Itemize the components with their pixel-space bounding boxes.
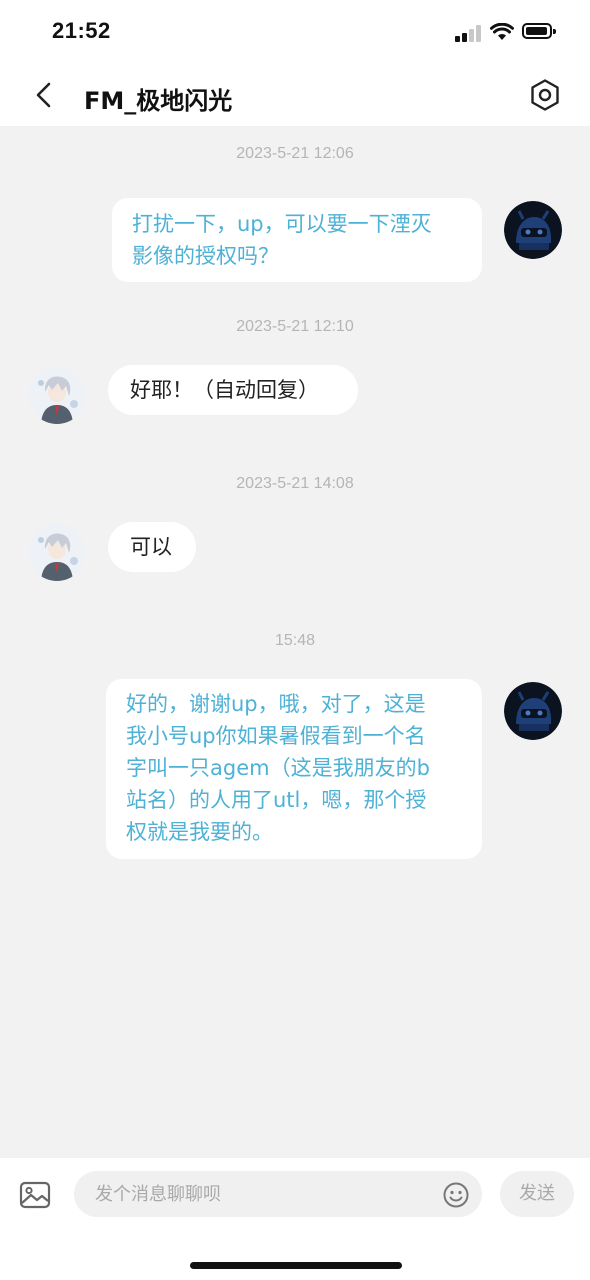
message-text-line: 好耶！（自动回复） [130, 378, 319, 402]
message-input[interactable] [74, 1171, 482, 1217]
chat-header: FM_极地闪光 [0, 64, 590, 126]
my-avatar[interactable] [504, 201, 562, 259]
incoming-message-bubble[interactable]: 好耶！（自动回复） [108, 365, 358, 415]
hexagon-settings-icon [531, 79, 559, 111]
message-text-line: 字叫一只agem（这是我朋友的b [126, 756, 430, 780]
contact-avatar[interactable] [28, 366, 86, 424]
outgoing-message-bubble[interactable]: 好的，谢谢up，哦，对了，这是 我小号up你如果暑假看到一个名 字叫一只agem… [106, 679, 482, 859]
my-avatar[interactable] [504, 682, 562, 740]
chat-settings-button[interactable] [526, 76, 564, 114]
message-text-line: 影像的授权吗？ [132, 244, 279, 268]
message-timestamp: 2023-5-21 14:08 [236, 475, 354, 492]
message-timestamp: 2023-5-21 12:10 [236, 318, 354, 335]
message-timestamp: 2023-5-21 12:06 [236, 145, 354, 162]
message-timestamp: 15:48 [274, 632, 316, 649]
message-text-line: 打扰一下，up，可以要一下湮灭 [132, 212, 432, 236]
back-button[interactable] [28, 78, 62, 112]
dark-robot-avatar-icon [504, 682, 562, 740]
message-text-line: 好的，谢谢up，哦，对了，这是 [126, 692, 426, 716]
cellular-signal-icon [455, 24, 483, 42]
anime-character-avatar-icon [28, 523, 86, 581]
emoji-button[interactable] [442, 1181, 470, 1209]
image-icon [19, 1181, 51, 1209]
message-text-line: 权就是我要的。 [126, 820, 273, 844]
battery-icon [522, 23, 556, 39]
message-text-line: 站名）的人用了utl，嗯，那个授 [126, 788, 427, 812]
image-picker-button[interactable] [18, 1178, 52, 1212]
home-indicator [190, 1262, 402, 1269]
smile-icon [443, 1182, 469, 1208]
status-bar: 21:52 [0, 0, 590, 64]
message-text-line: 我小号up你如果暑假看到一个名 [126, 724, 426, 748]
contact-avatar[interactable] [28, 523, 86, 581]
dark-robot-avatar-icon [504, 201, 562, 259]
chat-title: FM_极地闪光 [84, 87, 233, 115]
status-time: 21:52 [52, 18, 111, 43]
chevron-left-icon [36, 82, 51, 108]
send-button[interactable]: 发送 [500, 1171, 574, 1217]
outgoing-message-bubble[interactable]: 打扰一下，up，可以要一下湮灭 影像的授权吗？ [112, 198, 482, 282]
wifi-icon [490, 23, 514, 40]
incoming-message-bubble[interactable]: 可以 [108, 522, 196, 572]
message-text-line: 可以 [130, 535, 172, 559]
anime-character-avatar-icon [28, 366, 86, 424]
